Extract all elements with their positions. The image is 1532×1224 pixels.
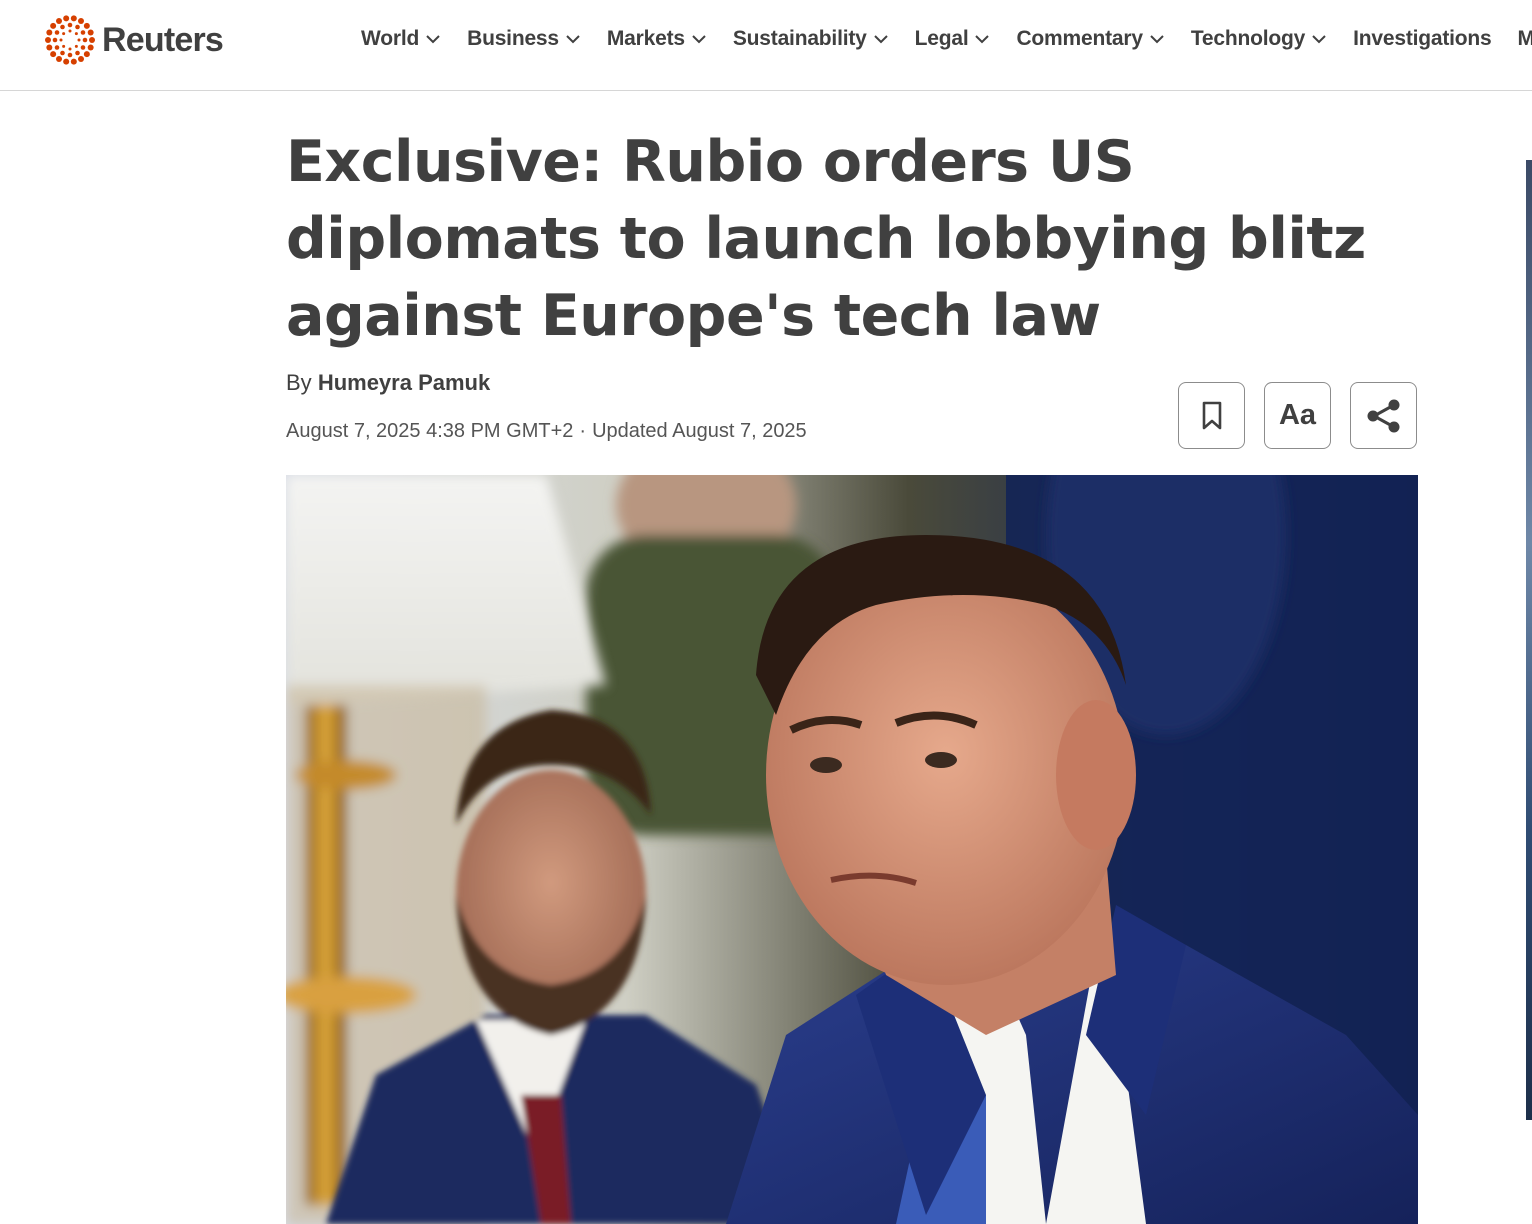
text-size-label: Aa	[1278, 399, 1317, 431]
logo-dot	[74, 32, 78, 36]
chevron-down-icon	[426, 35, 440, 44]
chevron-down-icon	[692, 35, 706, 44]
nav-investigations[interactable]: Investigations	[1353, 27, 1492, 51]
logo-dot	[75, 50, 80, 56]
nav-technology-label: Technology	[1190, 27, 1306, 50]
nav-world[interactable]: World	[361, 27, 441, 51]
logo-dot	[67, 22, 73, 28]
nav-sustainability[interactable]: Sustainability	[733, 27, 889, 51]
nav-legal-label: Legal	[914, 27, 969, 50]
adjacent-content-edge	[1526, 160, 1532, 1120]
logo-dot	[54, 30, 60, 35]
logo-dot	[54, 45, 60, 50]
logo-dot	[56, 17, 62, 24]
author-link[interactable]: Humeyra Pamuk	[318, 370, 490, 395]
published-date: August 7, 2025 4:38 PM GMT+2	[286, 420, 574, 442]
logo-dot	[74, 44, 78, 48]
date-separator: ·	[579, 420, 587, 442]
logo-dot	[68, 29, 72, 33]
nav-investigations-label: Investigations	[1353, 27, 1492, 50]
brand-name: Reuters	[102, 20, 224, 59]
nav-business-label: Business	[467, 27, 559, 50]
nav-world-label: World	[361, 27, 420, 50]
reuters-logo[interactable]: Reuters	[44, 13, 224, 67]
nav-more-label: More	[1517, 27, 1532, 50]
nav-commentary-label: Commentary	[1016, 27, 1143, 50]
logo-dot	[82, 37, 88, 43]
logo-dot	[87, 44, 94, 51]
logo-dot	[83, 51, 90, 58]
text-size-button[interactable]: Aa	[1264, 382, 1331, 449]
nav-more[interactable]: More	[1518, 27, 1532, 51]
nav-legal[interactable]: Legal	[915, 27, 991, 51]
byline: By Humeyra Pamuk	[286, 370, 490, 396]
chevron-down-icon	[873, 35, 888, 44]
byline-prefix: By	[286, 370, 312, 395]
logo-dot	[68, 47, 72, 51]
logo-dot	[46, 44, 53, 51]
logo-dot	[78, 56, 84, 63]
logo-dot	[70, 58, 77, 65]
share-icon	[1367, 399, 1399, 432]
logo-dot	[60, 50, 65, 56]
logo-dot	[78, 17, 84, 24]
logo-dot	[52, 37, 58, 43]
logo-dot	[80, 30, 86, 35]
article-tools: Aa	[1178, 382, 1417, 449]
nav-business[interactable]: Business	[467, 27, 581, 51]
nav-commentary[interactable]: Commentary	[1016, 27, 1164, 51]
bookmark-button[interactable]	[1178, 382, 1245, 449]
logo-dot	[45, 37, 51, 43]
logo-dot	[80, 45, 86, 50]
lead-photo-image	[286, 475, 1418, 1224]
logo-dot	[63, 58, 70, 65]
logo-dot	[89, 37, 95, 43]
article-headline: Exclusive: Rubio orders US diplomats to …	[286, 129, 1366, 349]
reuters-logo-icon	[45, 15, 95, 65]
dateline: August 7, 2025 4:38 PM GMT+2 · Updated Aug…	[286, 420, 807, 443]
logo-dot	[70, 15, 77, 22]
share-button[interactable]	[1350, 382, 1417, 449]
nav-sustainability-label: Sustainability	[732, 27, 867, 50]
chevron-down-icon	[975, 35, 990, 44]
logo-dot	[67, 52, 73, 58]
logo-dot	[50, 51, 57, 58]
nav-markets-label: Markets	[606, 27, 685, 50]
chevron-down-icon	[1150, 35, 1164, 44]
logo-dot	[77, 38, 81, 42]
chevron-down-icon	[566, 35, 580, 44]
bookmark-icon	[1202, 401, 1221, 429]
lead-photo[interactable]	[286, 475, 1418, 1224]
logo-dot	[63, 15, 70, 22]
logo-dot	[75, 24, 80, 30]
main-nav: World Business Markets Sustainability Le…	[361, 0, 1532, 78]
logo-dot	[87, 29, 94, 36]
logo-dot	[62, 32, 66, 36]
site-header: Reuters World Business Markets Sustainab…	[0, 0, 1532, 91]
updated-date: Updated August 7, 2025	[592, 420, 807, 442]
logo-dot	[56, 56, 62, 63]
nav-technology[interactable]: Technology	[1191, 27, 1327, 51]
logo-dot	[62, 44, 66, 48]
logo-dot	[60, 24, 65, 30]
chevron-down-icon	[1312, 35, 1326, 44]
logo-dot	[50, 22, 57, 29]
nav-markets[interactable]: Markets	[607, 27, 707, 51]
logo-dot	[59, 38, 63, 42]
logo-dot	[83, 22, 90, 29]
logo-dot	[46, 29, 53, 36]
